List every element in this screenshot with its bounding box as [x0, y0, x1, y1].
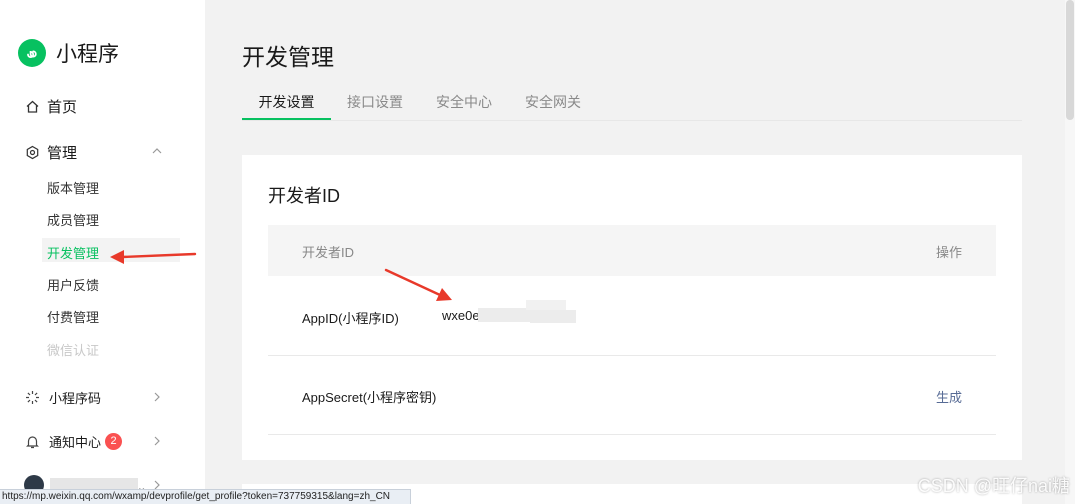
miniprogram-logo-icon: [18, 39, 46, 67]
settings-icon: [24, 145, 40, 161]
tab-security-center[interactable]: 安全中心: [425, 86, 503, 120]
app-name: 小程序: [56, 43, 119, 66]
sidebar-item-wechat-verify[interactable]: 微信认证: [47, 340, 99, 359]
chevron-up-icon[interactable]: [152, 146, 162, 156]
tab-dev-settings[interactable]: 开发设置: [242, 86, 331, 120]
notification-badge: 2: [105, 433, 123, 450]
sidebar-item-home[interactable]: 首页: [24, 96, 77, 117]
card-title: 开发者ID: [268, 186, 340, 206]
redaction-mosaic: [530, 310, 576, 323]
sidebar-item-version-manage[interactable]: 版本管理: [47, 178, 99, 197]
sidebar-item-label: 首页: [47, 99, 78, 116]
sidebar-item-manage[interactable]: 管理: [24, 142, 77, 163]
generate-secret-link[interactable]: 生成: [936, 387, 962, 406]
app-logo[interactable]: 小程序: [18, 38, 119, 68]
tab-security-gateway[interactable]: 安全网关: [514, 86, 592, 120]
chevron-right-icon[interactable]: [152, 392, 162, 402]
table-header: 开发者ID 操作: [268, 225, 996, 276]
sun-icon: [24, 390, 40, 406]
tab-bar: 开发设置 接口设置 安全中心 安全网关: [242, 86, 1022, 121]
sidebar: 小程序 首页 管理 版本管理 成员管理 开发管理 用户反馈 付费管理 微信认证 …: [0, 0, 205, 504]
sidebar-item-label: 通知中心: [49, 435, 102, 450]
sidebar-item-label: 小程序码: [49, 391, 102, 406]
home-icon: [24, 99, 40, 115]
page-title: 开发管理: [242, 44, 334, 70]
tab-api-settings[interactable]: 接口设置: [336, 86, 414, 120]
developer-id-card: 开发者ID 开发者ID 操作 AppID(小程序ID) wxe0e AppSec…: [242, 155, 1022, 460]
watermark: CSDN @旺仔nai糖: [917, 476, 1070, 496]
sidebar-item-miniprogram-code[interactable]: 小程序码: [24, 388, 101, 407]
redaction-mosaic: [478, 308, 538, 322]
sidebar-item-dev-manage[interactable]: 开发管理: [47, 243, 99, 262]
redaction-mosaic: [526, 300, 566, 310]
sidebar-item-member-manage[interactable]: 成员管理: [47, 210, 99, 229]
appid-label: AppID(小程序ID): [302, 311, 399, 326]
bell-icon: [24, 434, 40, 450]
status-bar-url: https://mp.weixin.qq.com/wxamp/devprofil…: [0, 489, 411, 504]
table-row: AppSecret(小程序密钥) 生成: [268, 355, 996, 435]
column-header-developer-id: 开发者ID: [302, 245, 355, 260]
table-row: AppID(小程序ID) wxe0e: [268, 276, 996, 356]
appid-value[interactable]: wxe0e: [442, 308, 480, 323]
sidebar-item-notification-center[interactable]: 通知中心 2: [24, 432, 123, 451]
chevron-right-icon[interactable]: [152, 436, 162, 446]
sidebar-item-payment-manage[interactable]: 付费管理: [47, 307, 99, 326]
sidebar-item-label: 管理: [47, 145, 78, 162]
appsecret-label: AppSecret(小程序密钥): [302, 390, 437, 405]
scrollbar[interactable]: [1065, 0, 1075, 504]
scrollbar-thumb[interactable]: [1066, 0, 1074, 120]
sidebar-item-user-feedback[interactable]: 用户反馈: [47, 275, 99, 294]
column-header-action: 操作: [935, 245, 962, 260]
